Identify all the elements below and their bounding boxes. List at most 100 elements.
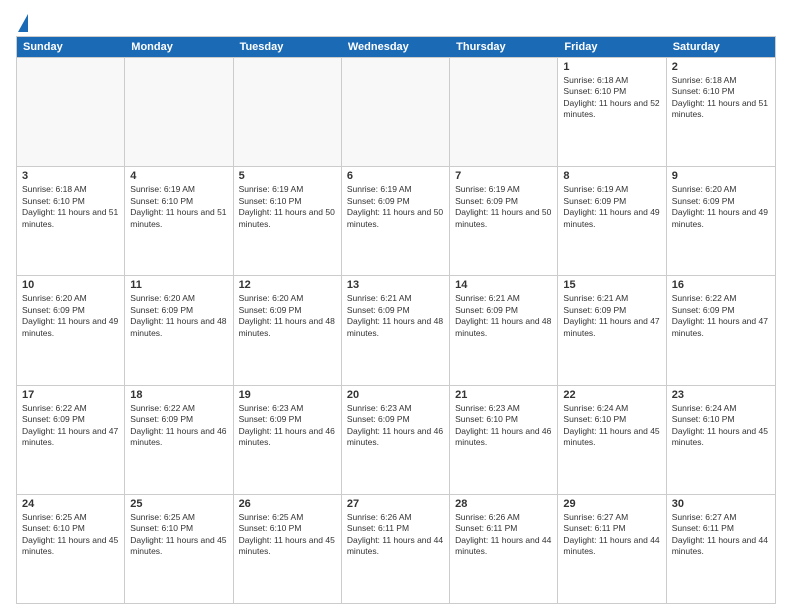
calendar-cell: 23 Sunrise: 6:24 AMSunset: 6:10 PMDayligh…	[667, 386, 775, 494]
calendar-week: 1 Sunrise: 6:18 AMSunset: 6:10 PMDaylight…	[17, 57, 775, 166]
calendar-header-day: Monday	[125, 37, 233, 57]
day-number: 3	[22, 170, 119, 182]
calendar-cell: 3Sunrise: 6:18 AMSunset: 6:10 PMDaylight…	[17, 167, 125, 275]
calendar-cell: 25 Sunrise: 6:25 AMSunset: 6:10 PMDayligh…	[125, 495, 233, 603]
day-number: 5	[239, 170, 336, 182]
calendar-cell: 19Sunrise: 6:23 AMSunset: 6:09 PMDayligh…	[234, 386, 342, 494]
day-info: Sunrise: 6:18 AMSunset: 6:10 PMDaylight:…	[563, 75, 660, 121]
page: SundayMondayTuesdayWednesdayThursdayFrid…	[0, 0, 792, 612]
day-info: Sunrise: 6:20 AMSunset: 6:09 PMDaylight:…	[22, 293, 119, 339]
day-number: 22	[563, 389, 660, 401]
day-number: 25	[130, 498, 227, 510]
day-info: Sunrise: 6:26 AMSunset: 6:11 PMDaylight:…	[347, 512, 444, 558]
day-number: 17	[22, 389, 119, 401]
page-header	[16, 12, 776, 30]
day-number: 24	[22, 498, 119, 510]
day-info: Sunrise: 6:24 AMSunset: 6:10 PMDaylight:…	[563, 403, 660, 449]
logo-triangle-icon	[18, 14, 28, 32]
calendar-cell: 11 Sunrise: 6:20 AMSunset: 6:09 PMDayligh…	[125, 276, 233, 384]
day-info: Sunrise: 6:19 AMSunset: 6:09 PMDaylight:…	[563, 184, 660, 230]
day-number: 6	[347, 170, 444, 182]
calendar-cell: 9 Sunrise: 6:20 AMSunset: 6:09 PMDaylight…	[667, 167, 775, 275]
day-info: Sunrise: 6:21 AMSunset: 6:09 PMDaylight:…	[563, 293, 660, 339]
day-number: 1	[563, 61, 660, 73]
calendar-header-day: Saturday	[667, 37, 775, 57]
day-number: 27	[347, 498, 444, 510]
calendar-cell	[342, 58, 450, 166]
day-number: 14	[455, 279, 552, 291]
calendar-cell: 16 Sunrise: 6:22 AMSunset: 6:09 PMDayligh…	[667, 276, 775, 384]
day-number: 16	[672, 279, 770, 291]
day-info: Sunrise: 6:20 AMSunset: 6:09 PMDaylight:…	[239, 293, 336, 339]
calendar-cell: 26 Sunrise: 6:25 AMSunset: 6:10 PMDayligh…	[234, 495, 342, 603]
day-number: 19	[239, 389, 336, 401]
calendar-header: SundayMondayTuesdayWednesdayThursdayFrid…	[17, 37, 775, 57]
day-number: 29	[563, 498, 660, 510]
calendar-header-day: Tuesday	[234, 37, 342, 57]
day-info: Sunrise: 6:19 AMSunset: 6:09 PMDaylight:…	[455, 184, 552, 230]
day-number: 21	[455, 389, 552, 401]
calendar-cell: 29 Sunrise: 6:27 AMSunset: 6:11 PMDayligh…	[558, 495, 666, 603]
calendar-body: 1 Sunrise: 6:18 AMSunset: 6:10 PMDaylight…	[17, 57, 775, 603]
calendar-cell: 21 Sunrise: 6:23 AMSunset: 6:10 PMDayligh…	[450, 386, 558, 494]
calendar-cell: 6 Sunrise: 6:19 AMSunset: 6:09 PMDaylight…	[342, 167, 450, 275]
calendar-cell	[450, 58, 558, 166]
day-info: Sunrise: 6:18 AMSunset: 6:10 PMDaylight:…	[672, 75, 770, 121]
day-info: Sunrise: 6:25 AMSunset: 6:10 PMDaylight:…	[239, 512, 336, 558]
calendar-cell: 27 Sunrise: 6:26 AMSunset: 6:11 PMDayligh…	[342, 495, 450, 603]
day-number: 4	[130, 170, 227, 182]
day-number: 11	[130, 279, 227, 291]
calendar-cell: 8 Sunrise: 6:19 AMSunset: 6:09 PMDaylight…	[558, 167, 666, 275]
calendar-cell: 30 Sunrise: 6:27 AMSunset: 6:11 PMDayligh…	[667, 495, 775, 603]
logo	[16, 14, 28, 30]
calendar-header-day: Thursday	[450, 37, 558, 57]
day-info: Sunrise: 6:23 AMSunset: 6:09 PMDaylight:…	[347, 403, 444, 449]
calendar-cell	[17, 58, 125, 166]
calendar-cell: 7 Sunrise: 6:19 AMSunset: 6:09 PMDaylight…	[450, 167, 558, 275]
calendar-header-day: Wednesday	[342, 37, 450, 57]
calendar-cell: 17 Sunrise: 6:22 AMSunset: 6:09 PMDayligh…	[17, 386, 125, 494]
calendar-cell: 28Sunrise: 6:26 AMSunset: 6:11 PMDayligh…	[450, 495, 558, 603]
day-info: Sunrise: 6:25 AMSunset: 6:10 PMDaylight:…	[130, 512, 227, 558]
day-info: Sunrise: 6:24 AMSunset: 6:10 PMDaylight:…	[672, 403, 770, 449]
day-info: Sunrise: 6:19 AMSunset: 6:10 PMDaylight:…	[130, 184, 227, 230]
calendar-cell: 10 Sunrise: 6:20 AMSunset: 6:09 PMDayligh…	[17, 276, 125, 384]
calendar-cell: 14 Sunrise: 6:21 AMSunset: 6:09 PMDayligh…	[450, 276, 558, 384]
day-info: Sunrise: 6:27 AMSunset: 6:11 PMDaylight:…	[672, 512, 770, 558]
calendar-cell: 18 Sunrise: 6:22 AMSunset: 6:09 PMDayligh…	[125, 386, 233, 494]
day-info: Sunrise: 6:27 AMSunset: 6:11 PMDaylight:…	[563, 512, 660, 558]
calendar-header-day: Sunday	[17, 37, 125, 57]
day-info: Sunrise: 6:20 AMSunset: 6:09 PMDaylight:…	[672, 184, 770, 230]
day-number: 9	[672, 170, 770, 182]
calendar-cell: 2Sunrise: 6:18 AMSunset: 6:10 PMDaylight…	[667, 58, 775, 166]
day-info: Sunrise: 6:22 AMSunset: 6:09 PMDaylight:…	[672, 293, 770, 339]
day-info: Sunrise: 6:20 AMSunset: 6:09 PMDaylight:…	[130, 293, 227, 339]
calendar-cell: 13Sunrise: 6:21 AMSunset: 6:09 PMDayligh…	[342, 276, 450, 384]
calendar-cell: 1 Sunrise: 6:18 AMSunset: 6:10 PMDaylight…	[558, 58, 666, 166]
calendar-week: 17 Sunrise: 6:22 AMSunset: 6:09 PMDayligh…	[17, 385, 775, 494]
day-number: 8	[563, 170, 660, 182]
calendar-cell: 20Sunrise: 6:23 AMSunset: 6:09 PMDayligh…	[342, 386, 450, 494]
day-info: Sunrise: 6:19 AMSunset: 6:09 PMDaylight:…	[347, 184, 444, 230]
day-number: 30	[672, 498, 770, 510]
day-info: Sunrise: 6:22 AMSunset: 6:09 PMDaylight:…	[22, 403, 119, 449]
calendar: SundayMondayTuesdayWednesdayThursdayFrid…	[16, 36, 776, 604]
calendar-cell	[125, 58, 233, 166]
day-number: 26	[239, 498, 336, 510]
day-number: 23	[672, 389, 770, 401]
day-info: Sunrise: 6:19 AMSunset: 6:10 PMDaylight:…	[239, 184, 336, 230]
calendar-cell: 24 Sunrise: 6:25 AMSunset: 6:10 PMDayligh…	[17, 495, 125, 603]
day-info: Sunrise: 6:22 AMSunset: 6:09 PMDaylight:…	[130, 403, 227, 449]
day-number: 15	[563, 279, 660, 291]
day-number: 18	[130, 389, 227, 401]
day-number: 10	[22, 279, 119, 291]
day-number: 7	[455, 170, 552, 182]
calendar-cell	[234, 58, 342, 166]
day-info: Sunrise: 6:21 AMSunset: 6:09 PMDaylight:…	[347, 293, 444, 339]
day-info: Sunrise: 6:21 AMSunset: 6:09 PMDaylight:…	[455, 293, 552, 339]
day-info: Sunrise: 6:25 AMSunset: 6:10 PMDaylight:…	[22, 512, 119, 558]
calendar-week: 10 Sunrise: 6:20 AMSunset: 6:09 PMDayligh…	[17, 275, 775, 384]
day-info: Sunrise: 6:23 AMSunset: 6:10 PMDaylight:…	[455, 403, 552, 449]
calendar-cell: 22 Sunrise: 6:24 AMSunset: 6:10 PMDayligh…	[558, 386, 666, 494]
day-number: 28	[455, 498, 552, 510]
